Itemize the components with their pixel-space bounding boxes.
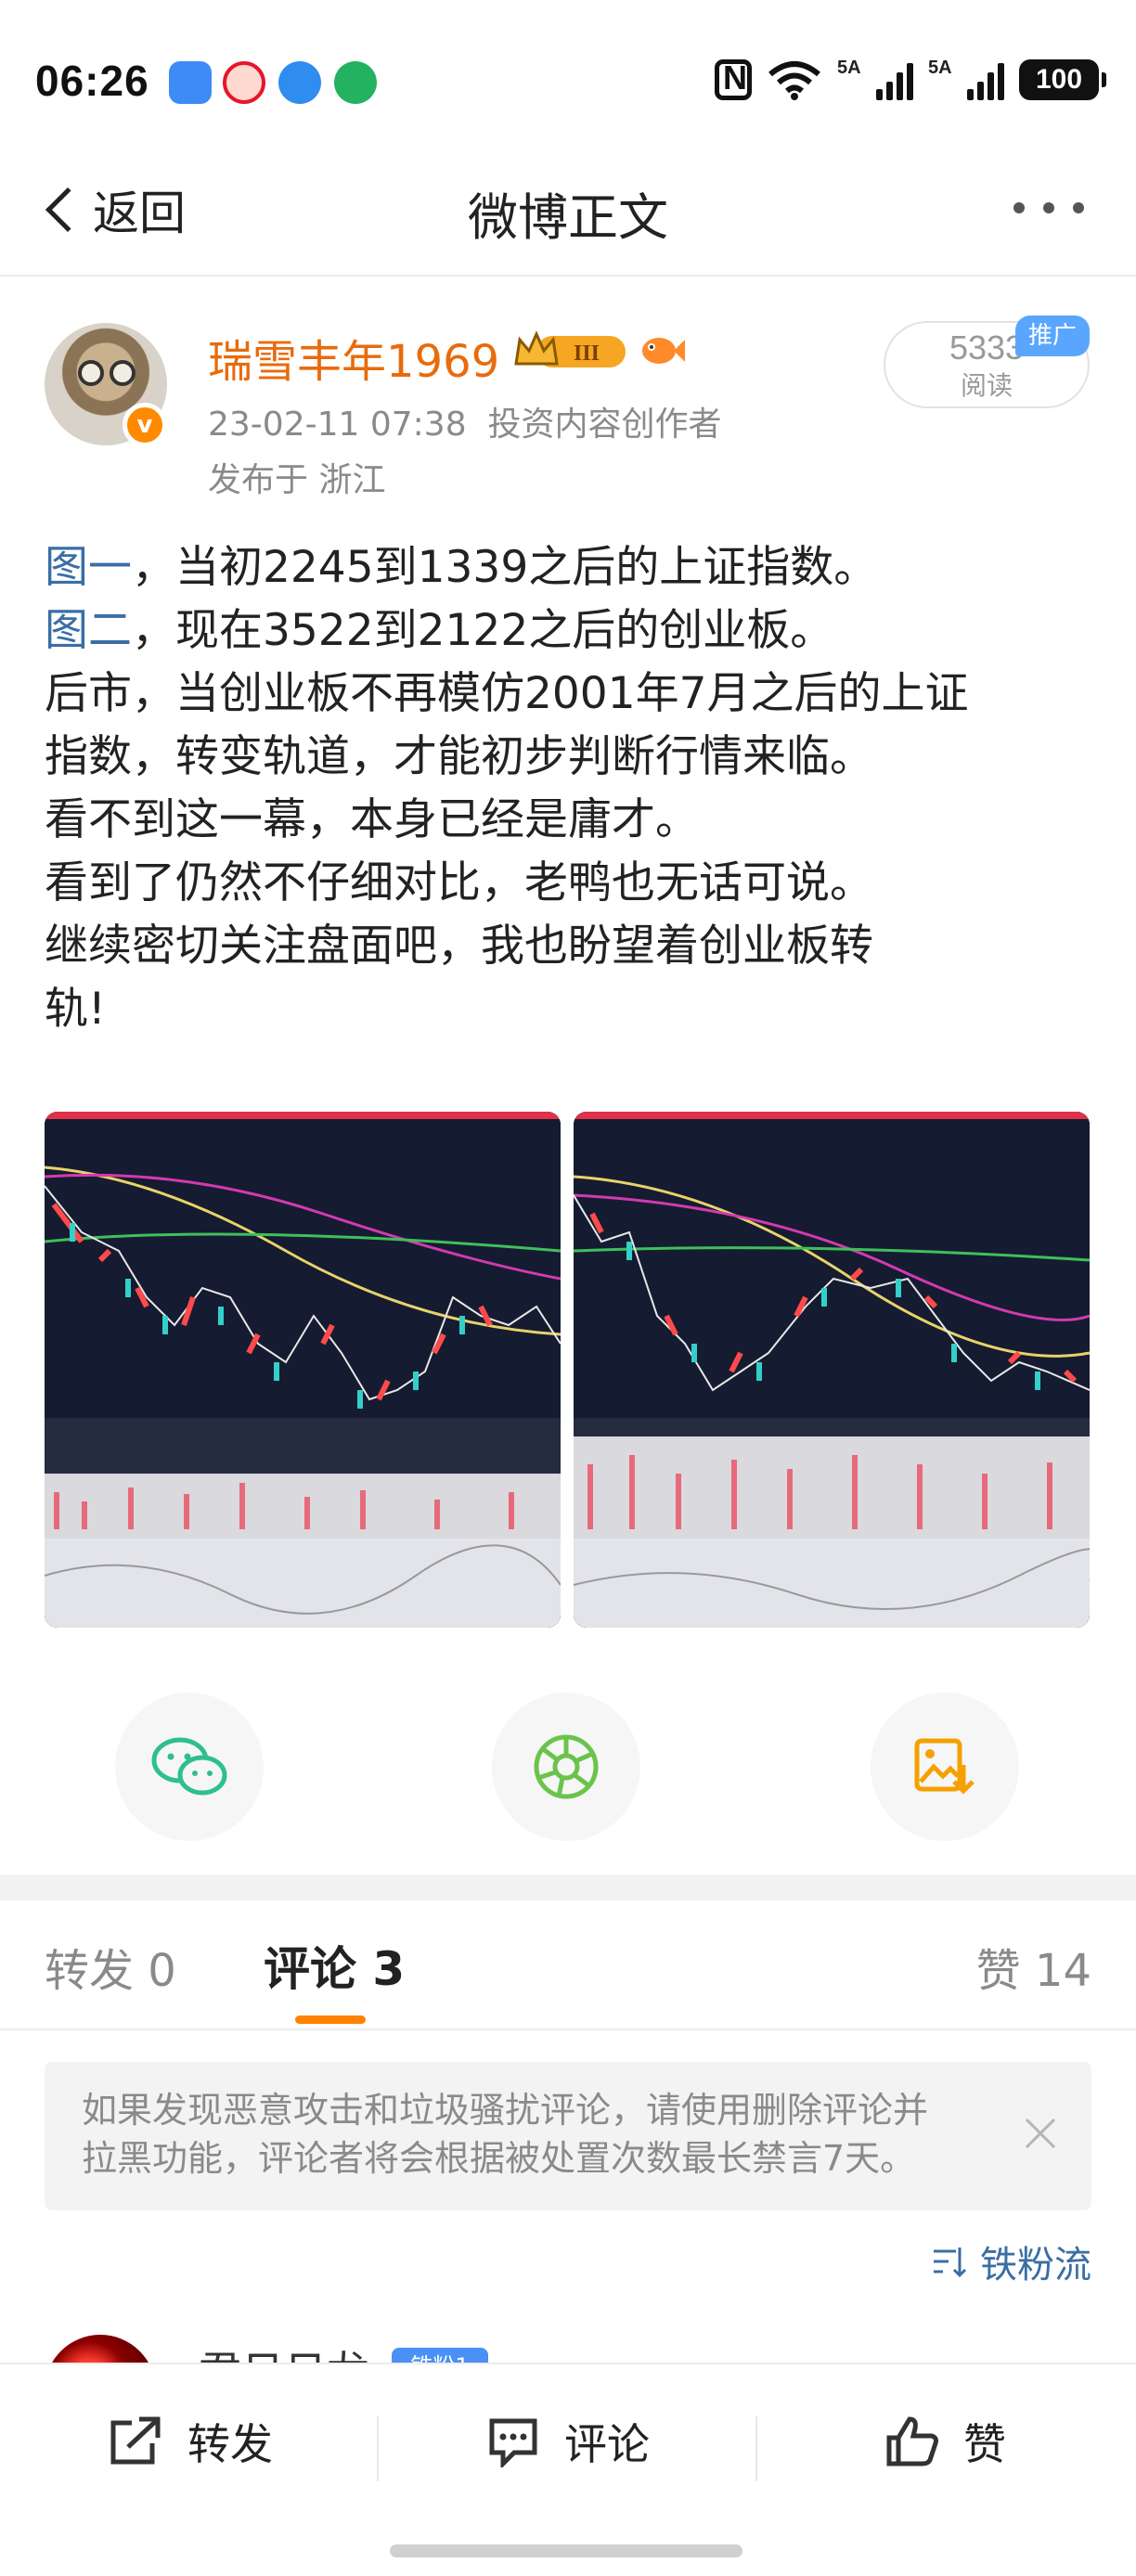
promote-badge[interactable]: 推广 [1015,316,1090,356]
sort-icon [934,2248,967,2277]
tab-comment[interactable]: 评论 3 [264,1932,405,1999]
share-moments-button[interactable] [492,1693,640,1841]
browser-app-icon [278,61,321,104]
page-title: 微博正文 [468,188,668,247]
dot-icon [1073,202,1084,213]
image-link-2[interactable]: 图二 [45,605,132,656]
fish-badge-icon[interactable] [639,330,685,371]
battery-icon: 100 [1019,59,1106,100]
post-line: 看到了仍然不仔细对比，老鸭也无话可说。 [45,857,873,908]
repost-icon [110,2416,161,2465]
comment-icon [489,2418,537,2467]
tab-repost[interactable]: 转发 0 [45,1934,176,1999]
post-line: 图二，现在3522到2122之后的创业板。 [45,599,1103,663]
notice-line: 如果发现恶意攻击和垃圾骚扰评论，请使用删除评论并 [82,2090,929,2131]
post-line: 轨! [45,984,106,1035]
thumbs-up-icon [886,2416,938,2467]
weibo-app-icon [223,61,265,104]
svg-text:III: III [574,341,600,366]
post-meta: 23-02-11 07:38 投资内容创作者 [208,397,722,445]
verified-badge-icon: v [123,403,167,447]
stock-chart-image-2 [574,1112,1090,1628]
post-image-2[interactable] [574,1112,1090,1628]
weather-app-icon [169,61,212,104]
comment-label: 评论 [564,2419,650,2469]
post-line-text: ，现在3522到2122之后的创业板。 [132,605,834,656]
post-image-1[interactable] [45,1112,561,1628]
post-line: 后市，当创业板不再模仿2001年7月之后的上证 [45,668,969,719]
sort-label: 铁粉流 [980,2244,1091,2286]
close-icon[interactable] [1023,2116,1058,2151]
signal-sim2-icon: 5A [928,58,1004,100]
moments-icon [534,1734,599,1799]
save-image-button[interactable] [871,1693,1019,1841]
bottom-action-bar: 转发 评论 赞 [0,2363,1136,2576]
nfc-icon [715,58,752,100]
tab-like[interactable]: 赞 14 [976,1934,1091,1999]
membership-crown-badge-icon[interactable]: III [512,328,631,375]
post-location: 发布于 浙江 [208,461,386,499]
signal-sim1-icon: 5A [837,58,913,100]
wifi-icon [767,59,822,100]
like-button[interactable]: 赞 [885,2411,1006,2472]
section-divider [0,1874,1136,1900]
dot-icon [1043,202,1054,213]
comment-sort-button[interactable]: 铁粉流 [932,2235,1091,2288]
wechat-icon [151,1737,227,1796]
share-wechat-button[interactable] [115,1693,264,1841]
post-line: 看不到这一幕，本身已经是庸才。 [45,794,699,845]
map-app-icon [334,61,377,104]
separator [755,2416,757,2481]
more-options-button[interactable] [1013,202,1084,213]
author-name[interactable]: 瑞雪丰年1969 [208,325,499,390]
repost-label: 转发 [187,2419,273,2469]
dot-icon [1013,202,1025,213]
like-label: 赞 [963,2419,1006,2469]
status-time: 06:26 [35,57,149,105]
notice-line: 拉黑功能，评论者将会根据被处置次数最长禁言7天。 [82,2138,916,2179]
home-indicator[interactable] [390,2544,742,2557]
avatar-eye-left [78,360,104,386]
comment-policy-notice: 如果发现恶意攻击和垃圾骚扰评论，请使用删除评论并 拉黑功能，评论者将会根据被处置… [45,2062,1091,2210]
post-line: 继续密切关注盘面吧，我也盼望着创业板转 [45,921,873,972]
active-tab-indicator [295,2016,366,2024]
separator [377,2416,379,2481]
repost-button[interactable]: 转发 [108,2411,273,2472]
post-line: 指数，转变轨道，才能初步判断行情来临。 [45,731,873,782]
nav-bar: 返回 微博正文 [0,148,1136,277]
read-label: 阅读 [960,370,1013,401]
save-image-icon [914,1738,975,1795]
post-timestamp: 23-02-11 07:38 [208,406,467,444]
post-line: 图一，当初2245到1339之后的上证指数。 [45,536,1103,599]
tab-bar: 转发 0 评论 3 赞 14 [0,1900,1136,2030]
comment-button[interactable]: 评论 [486,2411,650,2472]
avatar-eye-right [110,360,136,386]
author-role: 投资内容创作者 [487,406,722,444]
post-body: 图一，当初2245到1339之后的上证指数。 图二，现在3522到2122之后的… [45,536,1103,1041]
stock-chart-image-1 [45,1112,561,1628]
image-link-1[interactable]: 图一 [45,542,132,593]
post-line-text: ，当初2245到1339之后的上证指数。 [132,542,878,593]
status-bar: 06:26 5A 5A 100 [0,0,1136,139]
